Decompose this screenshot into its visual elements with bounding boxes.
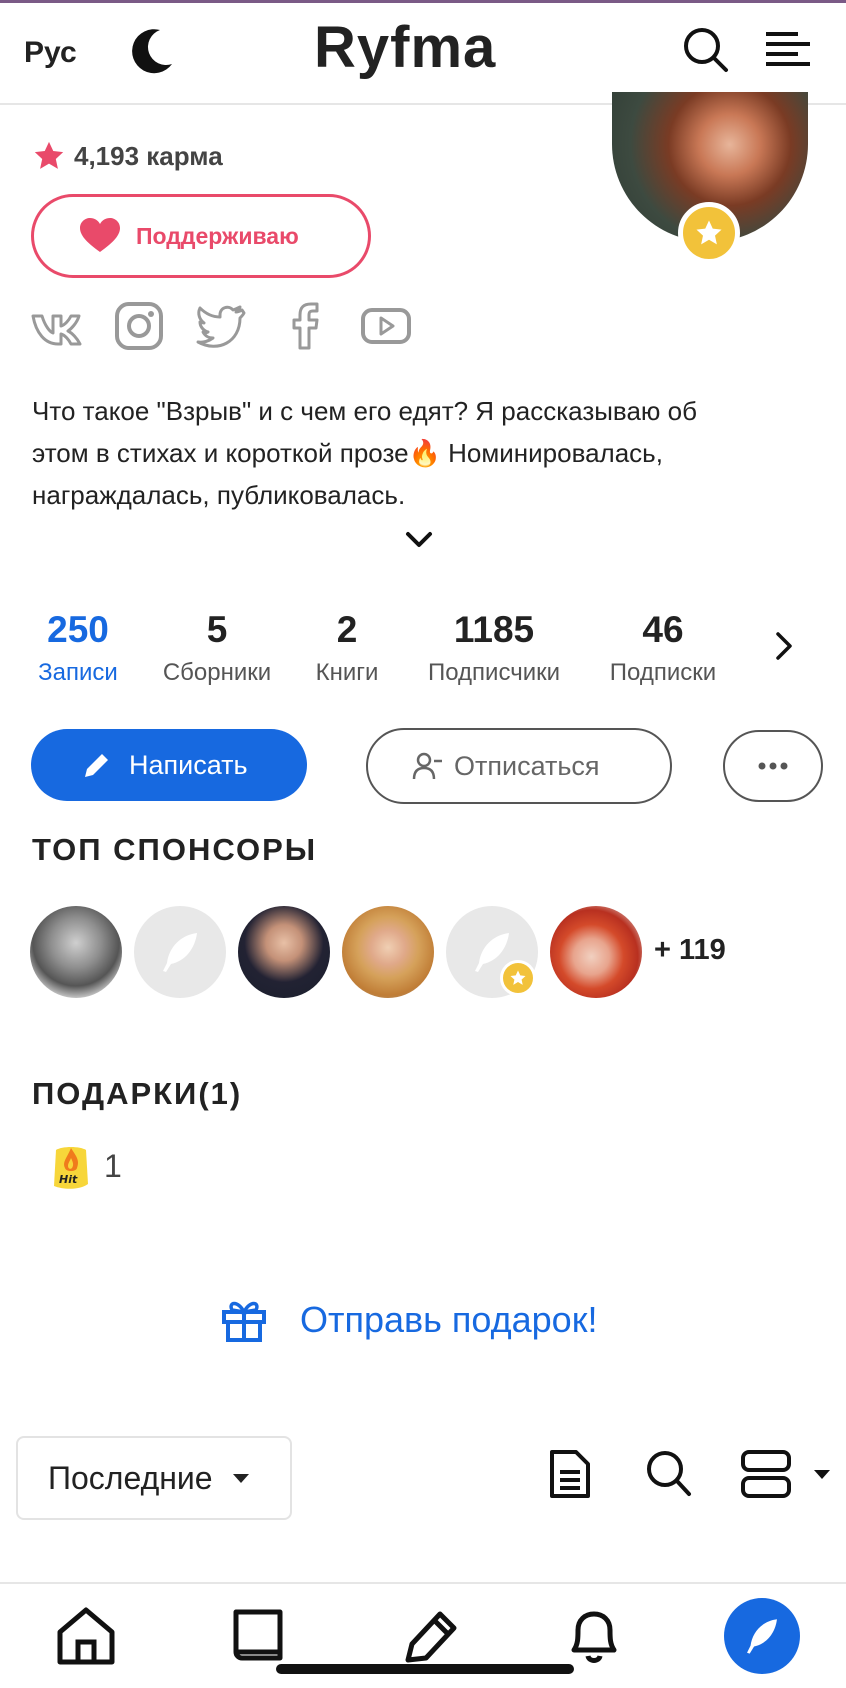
gift-icon bbox=[222, 1301, 266, 1342]
stat-value: 46 bbox=[642, 609, 684, 650]
bell-icon[interactable] bbox=[562, 1604, 626, 1668]
karma-count: 4,193 карма bbox=[74, 141, 223, 171]
heart-icon bbox=[80, 218, 120, 252]
sponsor-avatar[interactable] bbox=[342, 906, 434, 998]
menu-icon[interactable] bbox=[766, 30, 810, 70]
premium-badge bbox=[500, 960, 536, 996]
support-label: Поддерживаю bbox=[136, 222, 299, 249]
more-sponsors-count[interactable]: + 119 bbox=[654, 934, 726, 967]
stat-label: Подписки bbox=[609, 659, 717, 686]
caret-down-icon bbox=[232, 1473, 249, 1483]
sponsor-avatar[interactable] bbox=[30, 906, 122, 998]
language-switch[interactable]: Рус bbox=[24, 36, 77, 70]
unsubscribe-label: Отписаться bbox=[454, 750, 600, 781]
caret-down-icon[interactable] bbox=[814, 1470, 830, 1479]
stat-followers[interactable]: 1185 Подписчики bbox=[412, 608, 576, 688]
sort-select-value: Последние bbox=[48, 1459, 213, 1496]
stat-following[interactable]: 46 Подписки bbox=[598, 608, 728, 688]
stat-value: 5 bbox=[206, 609, 228, 650]
search-icon[interactable] bbox=[680, 24, 730, 74]
pencil-icon bbox=[85, 754, 108, 777]
stat-books[interactable]: 2 Книги bbox=[305, 608, 389, 688]
profile-bio: Что такое "Взрыв" и с чем его едят? Я ра… bbox=[32, 396, 697, 510]
sponsor-avatar[interactable] bbox=[134, 906, 226, 998]
stat-label: Записи bbox=[38, 659, 118, 686]
stat-value: 1185 bbox=[453, 609, 535, 650]
more-options-button[interactable] bbox=[723, 730, 823, 802]
document-icon[interactable] bbox=[548, 1448, 592, 1500]
hit-gift-icon[interactable]: Hit bbox=[50, 1140, 92, 1196]
star-icon bbox=[510, 970, 526, 985]
stat-label: Сборники bbox=[162, 659, 272, 686]
sponsor-avatar[interactable] bbox=[550, 906, 642, 998]
user-minus-icon bbox=[412, 752, 442, 780]
feather-icon bbox=[747, 1619, 777, 1654]
app-logo[interactable]: Ryfma bbox=[314, 14, 496, 81]
top-sponsors-title: ТОП СПОНСОРЫ bbox=[32, 832, 318, 867]
book-icon[interactable] bbox=[226, 1604, 290, 1668]
vk-icon[interactable] bbox=[30, 300, 82, 352]
write-button[interactable]: Написать bbox=[31, 729, 307, 801]
gift-count: 1 bbox=[104, 1148, 122, 1184]
send-gift-label: Отправь подарок! bbox=[300, 1299, 598, 1340]
chevron-down-icon[interactable] bbox=[402, 528, 436, 552]
youtube-icon[interactable] bbox=[360, 300, 412, 352]
sort-select[interactable]: Последние bbox=[16, 1436, 292, 1520]
stat-collections[interactable]: 5 Сборники bbox=[150, 608, 284, 688]
support-button[interactable]: Поддерживаю bbox=[31, 194, 371, 278]
stat-label: Подписчики bbox=[427, 659, 561, 686]
stat-label: Книги bbox=[315, 659, 379, 686]
send-gift-link[interactable]: Отправь подарок! bbox=[220, 1296, 597, 1344]
layout-icon[interactable] bbox=[740, 1448, 792, 1500]
unsubscribe-button[interactable]: Отписаться bbox=[366, 728, 672, 804]
facebook-icon[interactable] bbox=[279, 300, 331, 352]
ellipsis-icon bbox=[758, 762, 788, 770]
sponsor-avatar[interactable] bbox=[238, 906, 330, 998]
stat-value: 2 bbox=[336, 609, 358, 650]
write-icon[interactable] bbox=[398, 1604, 462, 1668]
chevron-right-icon[interactable] bbox=[772, 628, 796, 664]
svg-text:Hit: Hit bbox=[59, 1173, 78, 1186]
stat-posts[interactable]: 250 Записи bbox=[24, 608, 132, 688]
premium-badge bbox=[678, 202, 740, 264]
search-icon[interactable] bbox=[644, 1448, 692, 1498]
moon-icon[interactable] bbox=[126, 24, 178, 76]
home-icon[interactable] bbox=[54, 1604, 118, 1668]
stat-value: 250 bbox=[47, 609, 109, 650]
write-label: Написать bbox=[129, 749, 248, 780]
home-indicator bbox=[276, 1664, 574, 1674]
twitter-icon[interactable] bbox=[194, 300, 246, 352]
profile-nav-button[interactable] bbox=[724, 1598, 800, 1674]
instagram-icon[interactable] bbox=[113, 300, 165, 352]
star-icon bbox=[696, 220, 722, 245]
feather-icon bbox=[163, 933, 197, 972]
star-icon bbox=[34, 141, 64, 169]
gifts-title: ПОДАРКИ(1) bbox=[32, 1076, 243, 1111]
